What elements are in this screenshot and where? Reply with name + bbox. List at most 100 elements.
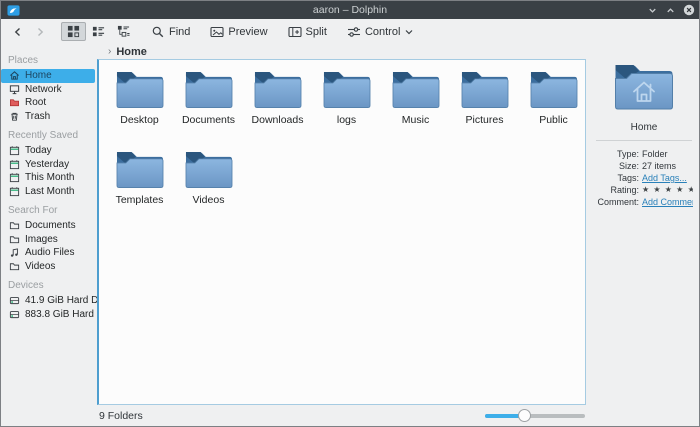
back-button[interactable] — [7, 23, 29, 41]
sidebar-item-network[interactable]: Network — [1, 83, 97, 97]
details-view-icon — [117, 25, 130, 38]
sliders-icon — [347, 25, 361, 39]
folder-icon — [390, 68, 442, 110]
calendar-icon — [9, 145, 20, 156]
details-view-button[interactable] — [111, 22, 136, 41]
maximize-button[interactable] — [665, 5, 676, 16]
dolphin-window: aaron – Dolphin — [0, 0, 700, 427]
control-button[interactable]: Control — [342, 22, 419, 42]
folder-item-music[interactable]: Music — [381, 68, 450, 148]
preview-button[interactable]: Preview — [205, 22, 272, 42]
chevron-down-icon — [404, 27, 414, 37]
icons-view-button[interactable] — [61, 22, 86, 41]
sidebar-item-this-month[interactable]: This Month — [1, 171, 97, 185]
sidebar-item-label: Network — [25, 84, 62, 95]
sidebar-item-yesterday[interactable]: Yesterday — [1, 158, 97, 172]
folder-label: Desktop — [120, 114, 159, 126]
sidebar-item-today[interactable]: Today — [1, 144, 97, 158]
folder-label: Templates — [116, 194, 164, 206]
folder-icon — [114, 148, 166, 190]
dolphin-app-icon — [7, 4, 20, 17]
info-label: Size: — [595, 160, 639, 172]
section-header-recently-saved: Recently Saved — [1, 123, 97, 144]
section-header-search-for: Search For — [1, 198, 97, 219]
info-value-type: Folder — [642, 148, 693, 160]
sidebar-item-label: Trash — [25, 111, 50, 122]
split-button[interactable]: Split — [283, 22, 332, 42]
info-row-comment: Comment: Add Comment... — [595, 196, 693, 208]
hard-drive-icon — [9, 295, 20, 306]
split-icon — [288, 25, 302, 39]
folder-item-public[interactable]: Public — [519, 68, 588, 148]
add-tags-link[interactable]: Add Tags... — [642, 172, 693, 184]
folder-item-pictures[interactable]: Pictures — [450, 68, 519, 148]
folder-item-documents[interactable]: Documents — [174, 68, 243, 148]
close-icon — [683, 4, 695, 16]
folder-icon — [114, 68, 166, 110]
folder-grid: Desktop Documents Downloads — [105, 68, 585, 228]
breadcrumb-home[interactable]: Home — [116, 46, 147, 58]
status-folders-count: 9 Folders — [99, 410, 143, 422]
info-panel-title: Home — [595, 122, 693, 133]
preview-label: Preview — [228, 26, 267, 38]
sidebar-item-videos[interactable]: Videos — [1, 260, 97, 274]
info-row-size: Size: 27 items — [595, 160, 693, 172]
find-button[interactable]: Find — [146, 22, 195, 42]
close-button[interactable] — [683, 4, 695, 16]
folder-label: Pictures — [466, 114, 504, 126]
sidebar-item-drive-883[interactable]: 883.8 GiB Hard Drive — [1, 308, 97, 322]
folder-item-logs[interactable]: logs — [312, 68, 381, 148]
sidebar-section-search-for: Search For Documents Images Audio Files — [1, 198, 97, 273]
folder-item-downloads[interactable]: Downloads — [243, 68, 312, 148]
window-title: aaron – Dolphin — [1, 4, 699, 16]
sidebar-item-audio-files[interactable]: Audio Files — [1, 246, 97, 260]
folder-icon — [252, 68, 304, 110]
forward-button[interactable] — [29, 23, 51, 41]
add-comment-link[interactable]: Add Comment... — [642, 196, 693, 208]
folder-icon — [321, 68, 373, 110]
chevron-left-icon — [12, 26, 24, 38]
compact-view-button[interactable] — [86, 22, 111, 41]
zoom-slider[interactable] — [485, 409, 585, 423]
sidebar-item-label: Videos — [25, 261, 55, 272]
section-header-devices: Devices — [1, 273, 97, 294]
zoom-slider-knob[interactable] — [518, 409, 531, 422]
sidebar-item-label: Root — [25, 97, 46, 108]
search-icon — [151, 25, 165, 39]
folder-label: Videos — [193, 194, 225, 206]
sidebar-item-label: Home — [25, 70, 52, 81]
sidebar-item-label: Today — [25, 145, 52, 156]
sidebar-item-label: 883.8 GiB Hard Drive — [25, 309, 97, 320]
sidebar-item-trash[interactable]: Trash — [1, 110, 97, 124]
sidebar-item-last-month[interactable]: Last Month — [1, 185, 97, 199]
sidebar-item-images[interactable]: Images — [1, 233, 97, 247]
sidebar-item-label: Documents — [25, 220, 76, 231]
sidebar-item-drive-41[interactable]: 41.9 GiB Hard Drive — [1, 294, 97, 308]
breadcrumb: › Home — [97, 44, 589, 59]
sidebar-item-documents[interactable]: Documents — [1, 219, 97, 233]
folder-item-desktop[interactable]: Desktop — [105, 68, 174, 148]
sidebar-section-places: Places Home Network Root — [1, 48, 97, 123]
folder-label: Public — [539, 114, 568, 126]
sidebar-item-label: Audio Files — [25, 247, 74, 258]
folder-label: Downloads — [252, 114, 304, 126]
folder-view[interactable]: Desktop Documents Downloads — [97, 59, 586, 405]
rating-stars[interactable]: ★ ★ ★ ★ ★ — [642, 184, 693, 196]
folder-label: Documents — [182, 114, 235, 126]
sidebar-item-label: 41.9 GiB Hard Drive — [25, 295, 97, 306]
chevron-right-icon — [34, 26, 46, 38]
folder-item-templates[interactable]: Templates — [105, 148, 174, 228]
divider — [596, 140, 692, 141]
places-panel: Places Home Network Root — [1, 44, 97, 426]
information-panel: Home Type: Folder Size: 27 items Tags: A… — [589, 44, 699, 405]
home-folder-preview-icon — [612, 60, 676, 112]
sidebar-item-root[interactable]: Root — [1, 96, 97, 110]
control-label: Control — [365, 26, 400, 38]
folder-icon — [183, 68, 235, 110]
folder-label: logs — [337, 114, 356, 126]
minimize-button[interactable] — [647, 5, 658, 16]
info-row-type: Type: Folder — [595, 148, 693, 160]
info-label: Comment: — [595, 196, 639, 208]
sidebar-item-home[interactable]: Home — [1, 69, 95, 83]
folder-item-videos[interactable]: Videos — [174, 148, 243, 228]
